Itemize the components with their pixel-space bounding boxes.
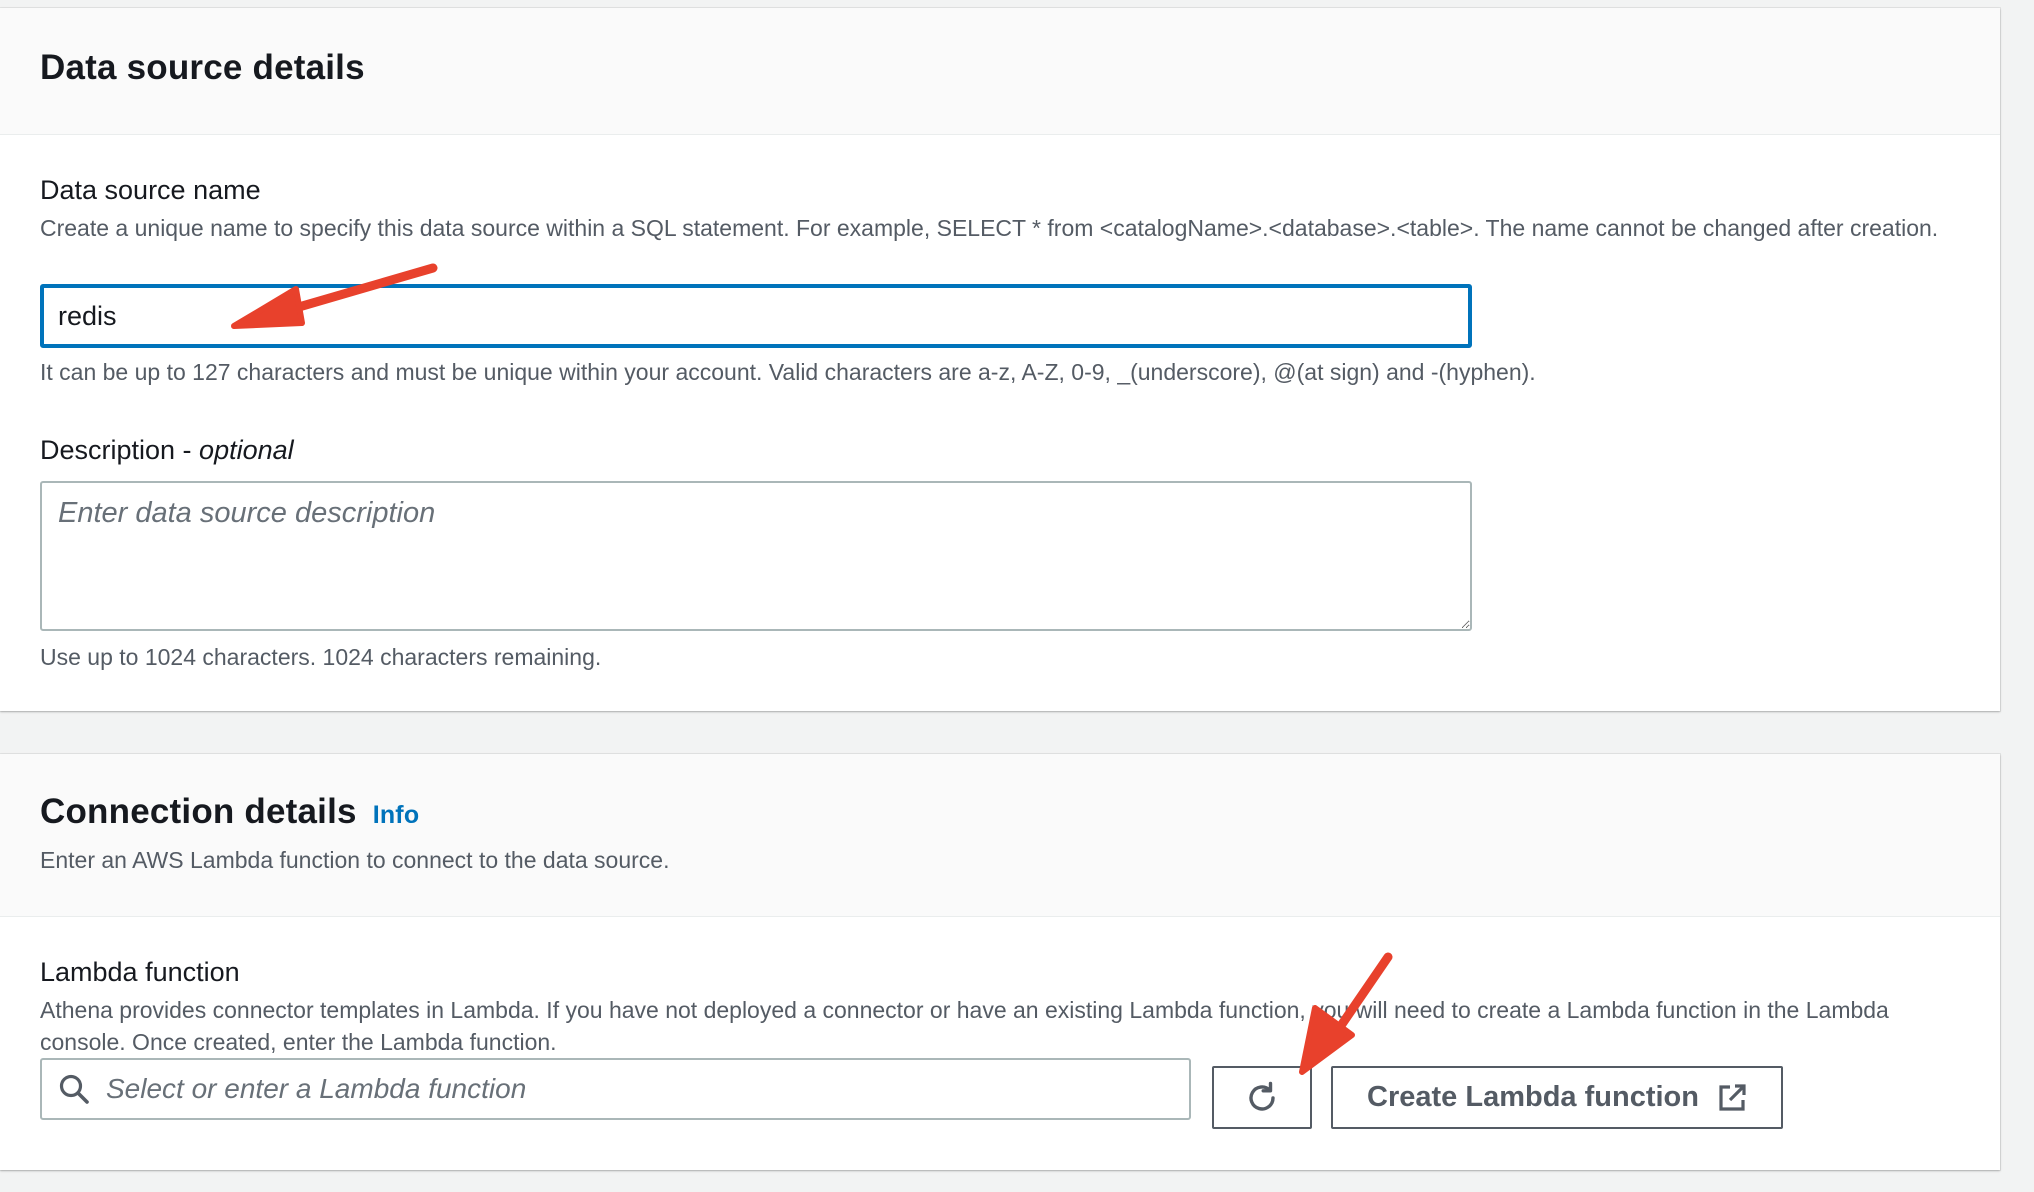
create-lambda-function-label: Create Lambda function [1367,1081,1699,1113]
description-label-optional: optional [199,435,294,465]
data-source-name-description: Create a unique name to specify this dat… [40,215,1939,241]
data-source-details-header: Data source details [0,8,2000,135]
connection-details-heading: Connection details Info [40,792,419,832]
description-label-text: Description - [40,435,200,465]
description-textarea[interactable] [40,481,1472,631]
lambda-function-description: Athena provides connector templates in L… [40,997,1889,1055]
description-label: Description - optional [40,435,294,466]
connection-details-subtitle: Enter an AWS Lambda function to connect … [40,847,670,873]
connection-details-header: Connection details Info Enter an AWS Lamb… [0,754,2000,917]
connection-details-title: Connection details [40,792,357,831]
create-lambda-function-button[interactable]: Create Lambda function [1331,1066,1783,1129]
data-source-details-title: Data source details [40,48,365,87]
info-link[interactable]: Info [373,801,420,829]
external-link-icon [1719,1083,1746,1111]
data-source-name-constraint: It can be up to 127 characters and must … [40,359,1536,385]
lambda-function-input[interactable] [40,1058,1191,1120]
lambda-function-label: Lambda function [40,957,240,987]
data-source-name-label: Data source name [40,175,261,205]
data-source-details-panel: Data source details Data source name Cre… [0,8,2000,711]
lambda-function-combobox [40,1058,1191,1120]
refresh-icon [1249,1081,1275,1111]
refresh-button[interactable] [1212,1066,1312,1129]
description-hint: Use up to 1024 characters. 1024 characte… [40,644,602,670]
data-source-name-input[interactable] [40,284,1472,348]
